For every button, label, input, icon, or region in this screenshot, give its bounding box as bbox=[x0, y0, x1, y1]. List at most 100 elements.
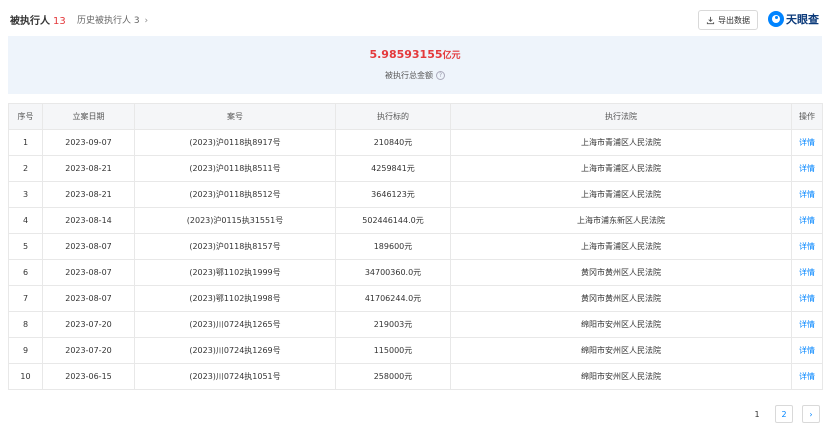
cell-court: 绵阳市安州区人民法院 bbox=[450, 363, 792, 390]
cell-date: 2023-08-07 bbox=[42, 259, 135, 286]
export-data-label: 导出数据 bbox=[718, 15, 750, 25]
detail-link[interactable]: 详情 bbox=[791, 155, 823, 182]
detail-link[interactable]: 详情 bbox=[791, 285, 823, 312]
cell-case: (2023)川0724执1265号 bbox=[134, 311, 336, 338]
tab-history-executed-person[interactable]: 历史被执行人 3 › bbox=[77, 13, 148, 26]
detail-link[interactable]: 详情 bbox=[791, 311, 823, 338]
cell-amount: 258000元 bbox=[335, 363, 451, 390]
logo-mark-icon bbox=[768, 11, 784, 27]
cell-no: 2 bbox=[8, 155, 43, 182]
page-2-button[interactable]: 2 bbox=[775, 405, 793, 423]
total-amount-label: 被执行总金额? bbox=[8, 70, 822, 81]
cell-date: 2023-08-21 bbox=[42, 155, 135, 182]
cell-no: 10 bbox=[8, 363, 43, 390]
tab-history-count: 3 bbox=[133, 16, 140, 26]
cell-court: 绵阳市安州区人民法院 bbox=[450, 337, 792, 364]
cell-court: 上海市青浦区人民法院 bbox=[450, 129, 792, 156]
cell-no: 1 bbox=[8, 129, 43, 156]
tab-executed-person-label: 被执行人 bbox=[10, 16, 50, 27]
cell-case: (2023)沪0118执8157号 bbox=[134, 233, 336, 260]
cell-amount: 115000元 bbox=[335, 337, 451, 364]
cell-amount: 41706244.0元 bbox=[335, 285, 451, 312]
cell-date: 2023-09-07 bbox=[42, 129, 135, 156]
cell-no: 8 bbox=[8, 311, 43, 338]
total-amount-label-text: 被执行总金额 bbox=[385, 71, 433, 80]
cell-court: 黄冈市黄州区人民法院 bbox=[450, 259, 792, 286]
execution-table: 序号 立案日期 案号 执行标的 执行法院 操作 1 2023-09-07 (20… bbox=[8, 103, 823, 390]
detail-link[interactable]: 详情 bbox=[791, 129, 823, 156]
cell-amount: 34700360.0元 bbox=[335, 259, 451, 286]
cell-no: 9 bbox=[8, 337, 43, 364]
detail-link[interactable]: 详情 bbox=[791, 207, 823, 234]
total-amount-unit: 亿元 bbox=[442, 51, 461, 61]
table-row: 3 2023-08-21 (2023)沪0118执8512号 3646123元 … bbox=[8, 181, 823, 208]
cell-case: (2023)沪0115执31551号 bbox=[134, 207, 336, 234]
tab-executed-person[interactable]: 被执行人 13 bbox=[10, 12, 66, 27]
table-row: 1 2023-09-07 (2023)沪0118执8917号 210840元 上… bbox=[8, 129, 823, 156]
column-header-case: 案号 bbox=[134, 103, 336, 130]
table-row: 4 2023-08-14 (2023)沪0115执31551号 50244614… bbox=[8, 207, 823, 234]
cell-court: 上海市浦东新区人民法院 bbox=[450, 207, 792, 234]
cell-no: 5 bbox=[8, 233, 43, 260]
cell-date: 2023-06-15 bbox=[42, 363, 135, 390]
detail-link[interactable]: 详情 bbox=[791, 337, 823, 364]
table-row: 10 2023-06-15 (2023)川0724执1051号 258000元 … bbox=[8, 363, 823, 390]
chevron-right-icon: › bbox=[144, 16, 149, 26]
table-row: 8 2023-07-20 (2023)川0724执1265号 219003元 绵… bbox=[8, 311, 823, 338]
cell-case: (2023)沪0118执8917号 bbox=[134, 129, 336, 156]
column-header-action: 操作 bbox=[791, 103, 823, 130]
cell-case: (2023)沪0118执8512号 bbox=[134, 181, 336, 208]
summary-panel: 5.98593155亿元 被执行总金额? bbox=[8, 36, 822, 94]
logo-text: 天眼查 bbox=[786, 13, 819, 26]
cell-case: (2023)沪0118执8511号 bbox=[134, 155, 336, 182]
cell-case: (2023)鄂1102执1998号 bbox=[134, 285, 336, 312]
cell-no: 4 bbox=[8, 207, 43, 234]
cell-date: 2023-07-20 bbox=[42, 337, 135, 364]
cell-court: 上海市青浦区人民法院 bbox=[450, 181, 792, 208]
cell-date: 2023-08-07 bbox=[42, 233, 135, 260]
table-row: 2 2023-08-21 (2023)沪0118执8511号 4259841元 … bbox=[8, 155, 823, 182]
header: 被执行人 13 历史被执行人 3 › 导出数据 天眼查 bbox=[0, 0, 830, 36]
cell-case: (2023)川0724执1269号 bbox=[134, 337, 336, 364]
detail-link[interactable]: 详情 bbox=[791, 181, 823, 208]
column-header-court: 执行法院 bbox=[450, 103, 792, 130]
table-row: 6 2023-08-07 (2023)鄂1102执1999号 34700360.… bbox=[8, 259, 823, 286]
cell-court: 黄冈市黄州区人民法院 bbox=[450, 285, 792, 312]
cell-amount: 4259841元 bbox=[335, 155, 451, 182]
cell-amount: 210840元 bbox=[335, 129, 451, 156]
table-row: 7 2023-08-07 (2023)鄂1102执1998号 41706244.… bbox=[8, 285, 823, 312]
cell-amount: 502446144.0元 bbox=[335, 207, 451, 234]
detail-link[interactable]: 详情 bbox=[791, 259, 823, 286]
table-header-row: 序号 立案日期 案号 执行标的 执行法院 操作 bbox=[8, 103, 823, 130]
detail-link[interactable]: 详情 bbox=[791, 363, 823, 390]
column-header-amount: 执行标的 bbox=[335, 103, 451, 130]
cell-no: 7 bbox=[8, 285, 43, 312]
help-icon[interactable]: ? bbox=[436, 71, 445, 80]
cell-case: (2023)鄂1102执1999号 bbox=[134, 259, 336, 286]
column-header-no: 序号 bbox=[8, 103, 43, 130]
total-amount: 5.98593155亿元 bbox=[8, 48, 822, 61]
cell-court: 绵阳市安州区人民法院 bbox=[450, 311, 792, 338]
cell-date: 2023-08-21 bbox=[42, 181, 135, 208]
export-data-button[interactable]: 导出数据 bbox=[698, 10, 758, 30]
cell-court: 上海市青浦区人民法院 bbox=[450, 233, 792, 260]
total-amount-value: 5.98593155 bbox=[369, 48, 443, 61]
detail-link[interactable]: 详情 bbox=[791, 233, 823, 260]
table-row: 5 2023-08-07 (2023)沪0118执8157号 189600元 上… bbox=[8, 233, 823, 260]
cell-court: 上海市青浦区人民法院 bbox=[450, 155, 792, 182]
column-header-date: 立案日期 bbox=[42, 103, 135, 130]
page-1-button[interactable]: 1 bbox=[748, 405, 766, 423]
tianyancha-logo[interactable]: 天眼查 bbox=[768, 9, 819, 29]
chevron-right-icon[interactable]: › bbox=[802, 405, 820, 423]
cell-amount: 3646123元 bbox=[335, 181, 451, 208]
cell-amount: 219003元 bbox=[335, 311, 451, 338]
tab-history-label: 历史被执行人 bbox=[77, 16, 132, 26]
tab-executed-person-count: 13 bbox=[53, 16, 66, 27]
cell-no: 3 bbox=[8, 181, 43, 208]
table-row: 9 2023-07-20 (2023)川0724执1269号 115000元 绵… bbox=[8, 337, 823, 364]
cell-date: 2023-08-14 bbox=[42, 207, 135, 234]
cell-date: 2023-07-20 bbox=[42, 311, 135, 338]
cell-amount: 189600元 bbox=[335, 233, 451, 260]
cell-case: (2023)川0724执1051号 bbox=[134, 363, 336, 390]
cell-no: 6 bbox=[8, 259, 43, 286]
